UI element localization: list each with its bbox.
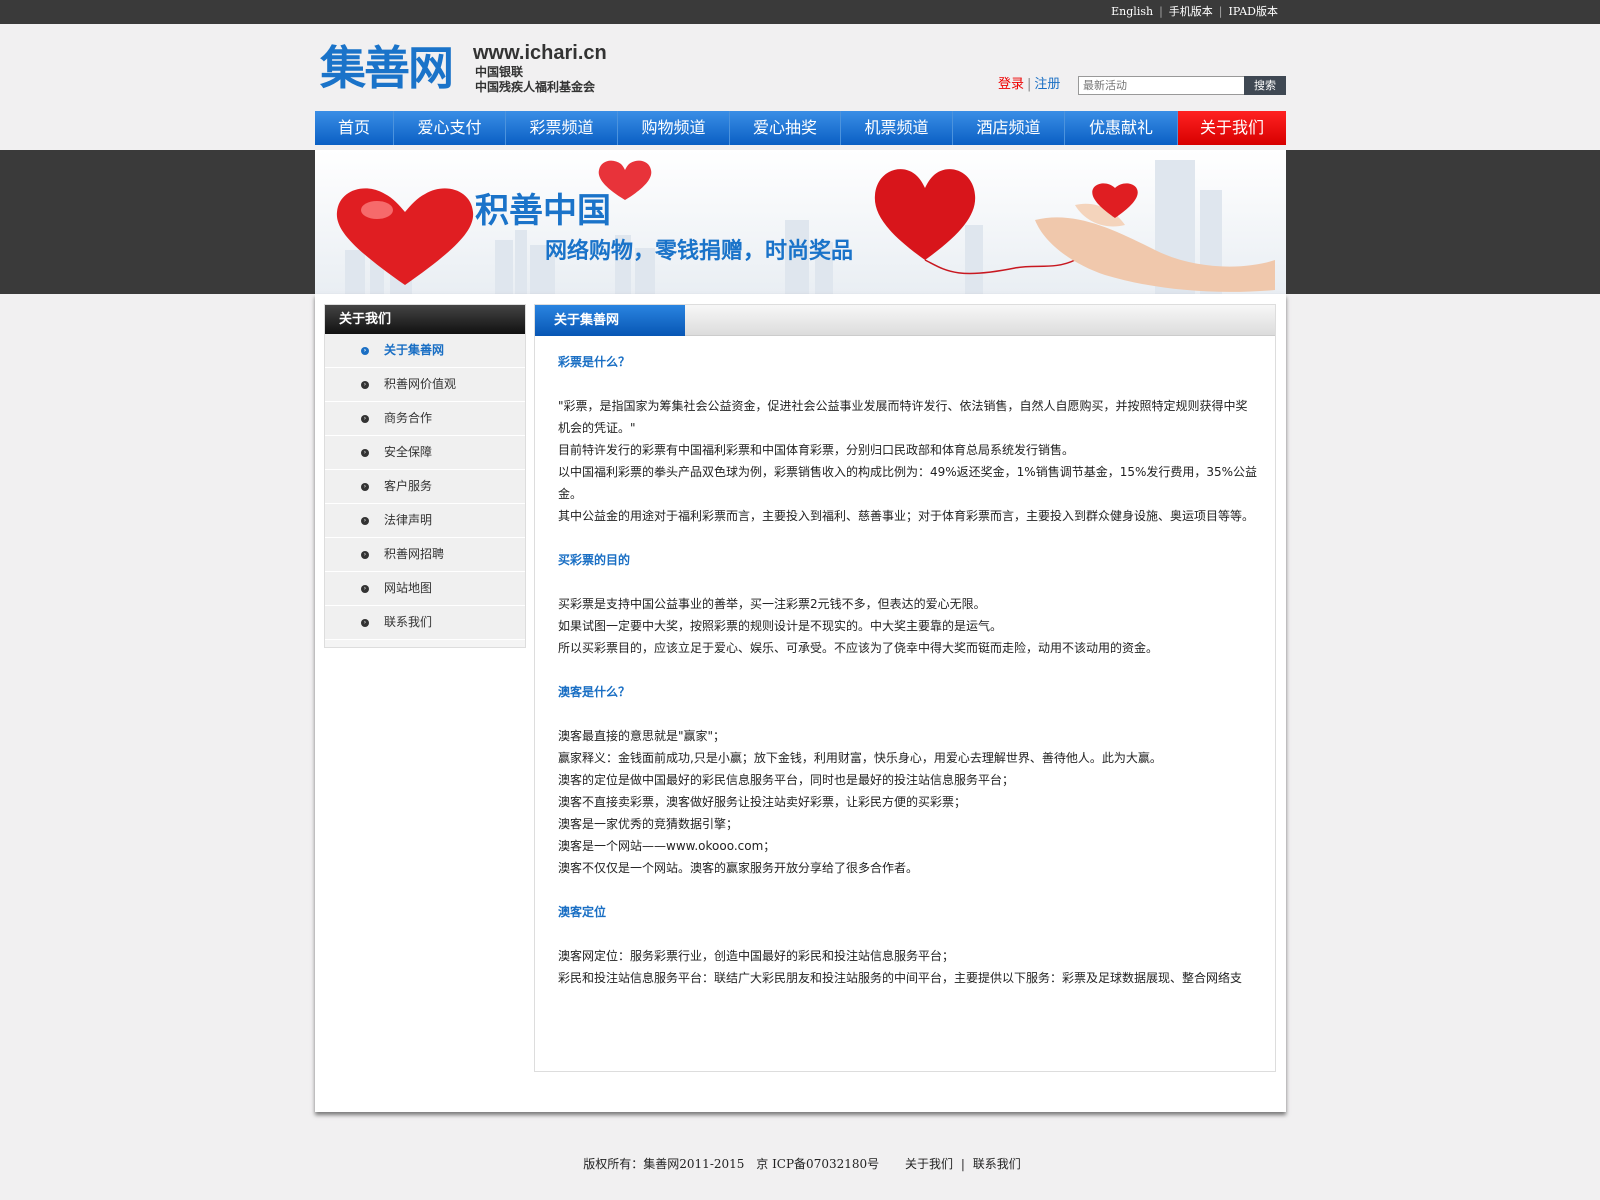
logo-url: www.ichari.cn (473, 42, 607, 64)
paragraph: 以中国福利彩票的拳头产品双色球为例，彩票销售收入的构成比例为：49%返还奖金，1… (558, 465, 1258, 501)
search-button[interactable]: 搜索 (1244, 76, 1286, 95)
main-nav: 首页 爱心支付 彩票频道 购物频道 爱心抽奖 机票频道 酒店频道 优惠献礼 关于… (315, 111, 1286, 145)
article: 彩票是什么？ "彩票，是指国家为筹集社会公益资金，促进社会公益事业发展而特许发行… (558, 351, 1258, 989)
sidebar-item-jobs[interactable]: › 积善网招聘 (325, 538, 525, 572)
chevron-right-icon: › (361, 483, 369, 491)
footer-copyright: 版权所有：集善网2011-2015 (583, 1157, 745, 1171)
footer: 版权所有：集善网2011-2015 京 ICP备07032180号 关于我们 |… (0, 1155, 1600, 1172)
paragraph: 澳客网定位：服务彩票行业，创造中国最好的彩民和投注站信息服务平台； (558, 949, 955, 963)
paragraph: 澳客不仅仅是一个网站。澳客的赢家服务开放分享给了很多合作者。 (558, 861, 919, 875)
sidebar-item-label: 积善网价值观 (384, 377, 457, 391)
sidebar-item-label: 关于集善网 (384, 343, 445, 357)
nav-love-draw[interactable]: 爱心抽奖 (730, 111, 841, 145)
sidebar-item-contact[interactable]: › 联系我们 (325, 606, 525, 640)
logo-sub1: 中国银联 (475, 65, 524, 79)
sidebar-list: › 关于集善网 › 积善网价值观 › 商务合作 › 安全保障 › 客户服务 › 法律声明 ›… (325, 334, 525, 640)
nav-flights[interactable]: 机票频道 (841, 111, 953, 145)
chevron-right-icon: › (361, 381, 369, 389)
sidebar-item-security[interactable]: › 安全保障 (325, 436, 525, 470)
footer-contact-link[interactable]: 联系我们 (973, 1157, 1021, 1171)
paragraph: 其中公益金的用途对于福利彩票而言，主要投入到福利、慈善事业；对于体育彩票而言，主… (558, 509, 1255, 523)
sidebar-item-label: 网站地图 (384, 581, 433, 595)
paragraph: 澳客的定位是做中国最好的彩民信息服务平台，同时也是最好的投注站信息服务平台； (558, 773, 1015, 787)
mobile-version-link[interactable]: 手机版本 (1163, 0, 1219, 24)
ipad-version-link[interactable]: IPAD版本 (1223, 0, 1285, 24)
nav-home[interactable]: 首页 (315, 111, 394, 145)
banner-art: 积善中国 网络购物，零钱捐赠，时尚奖品 (336, 160, 1275, 294)
logo-sub2: 中国残疾人福利基金会 (475, 80, 596, 94)
divider: | (1027, 77, 1032, 92)
paragraph: 澳客不直接卖彩票，澳客做好服务让投注站卖好彩票，让彩民方便的买彩票； (558, 795, 967, 809)
content-title: 关于集善网 (535, 305, 685, 336)
sidebar-item-business[interactable]: › 商务合作 (325, 402, 525, 436)
nav-offers[interactable]: 优惠献礼 (1065, 111, 1178, 145)
paragraph: 彩民和投注站信息服务平台：联结广大彩民朋友和投注站服务的中间平台，主要提供以下服… (558, 971, 1243, 985)
footer-icp: 京 ICP备07032180号 (756, 1157, 880, 1171)
chevron-right-icon: › (361, 585, 369, 593)
paragraph: 买彩票是支持中国公益事业的善举，买一注彩票2元钱不多，但表达的爱心无限。 (558, 597, 986, 611)
sidebar-item-label: 联系我们 (384, 615, 433, 629)
sidebar-item-about[interactable]: › 关于集善网 (325, 334, 525, 368)
search-box: 搜索 (1078, 76, 1286, 95)
section-heading: 澳客定位 (558, 905, 607, 919)
banner-slogan: 网络购物，零钱捐赠，时尚奖品 (545, 238, 853, 264)
hero-banner: 积善中国 网络购物，零钱捐赠，时尚奖品 (315, 150, 1286, 294)
english-link[interactable]: English (1105, 0, 1159, 24)
nav-hotels[interactable]: 酒店频道 (953, 111, 1065, 145)
top-bar: English | 手机版本 | IPAD版本 (0, 0, 1600, 24)
login-link[interactable]: 登录 (998, 77, 1024, 92)
nav-about-us[interactable]: 关于我们 (1178, 111, 1286, 145)
about-sidebar: 关于我们 › 关于集善网 › 积善网价值观 › 商务合作 › 安全保障 › 客户服务 › 法… (324, 304, 526, 648)
paragraph: 澳客最直接的意思就是"赢家"； (558, 729, 726, 743)
sidebar-item-values[interactable]: › 积善网价值观 (325, 368, 525, 402)
divider: | (960, 1157, 965, 1171)
register-link[interactable]: 注册 (1034, 77, 1060, 92)
footer-about-link[interactable]: 关于我们 (905, 1157, 953, 1171)
chevron-right-icon: › (361, 619, 369, 627)
banner-title: 积善中国 (475, 191, 611, 231)
auth-links: 登录 | 注册 (998, 75, 1060, 95)
paragraph: 目前特许发行的彩票有中国福利彩票和中国体育彩票，分别归口民政部和体育总局系统发行… (558, 443, 1075, 457)
chevron-right-icon: › (361, 347, 369, 355)
sidebar-item-label: 安全保障 (384, 445, 433, 459)
sidebar-item-label: 客户服务 (384, 479, 433, 493)
paragraph: 所以买彩票目的，应该立足于爱心、娱乐、可承受。不应该为了侥幸中得大奖而铤而走险，… (558, 641, 1159, 655)
chevron-right-icon: › (361, 517, 369, 525)
chevron-right-icon: › (361, 415, 369, 423)
sidebar-item-sitemap[interactable]: › 网站地图 (325, 572, 525, 606)
sidebar-item-legal[interactable]: › 法律声明 (325, 504, 525, 538)
search-input[interactable] (1078, 76, 1245, 95)
site-logo[interactable]: 集善网 www.ichari.cn 中国银联 中国残疾人福利基金会 (320, 40, 620, 100)
paragraph: 如果试图一定要中大奖，按照彩票的规则设计是不现实的。中大奖主要靠的是运气。 (558, 619, 1003, 633)
content-panel: 关于集善网 彩票是什么？ "彩票，是指国家为筹集社会公益资金，促进社会公益事业发… (534, 304, 1276, 1072)
sidebar-title: 关于我们 (325, 305, 525, 334)
paragraph: "彩票，是指国家为筹集社会公益资金，促进社会公益事业发展而特许发行、依法销售，自… (558, 399, 1248, 435)
nav-lottery[interactable]: 彩票频道 (506, 111, 618, 145)
sidebar-item-label: 法律声明 (384, 513, 433, 527)
top-links: English | 手机版本 | IPAD版本 (1105, 0, 1284, 24)
paragraph: 赢家释义：金钱面前成功,只是小赢；放下金钱，利用财富，快乐身心，用爱心去理解世界… (558, 751, 1162, 765)
section-heading: 买彩票的目的 (558, 553, 631, 567)
logo-name: 集善网 (320, 41, 454, 95)
paragraph: 澳客是一个网站——www.okooo.com； (558, 839, 776, 853)
paragraph: 澳客是一家优秀的竞猜数据引擎； (558, 817, 739, 831)
nav-shopping[interactable]: 购物频道 (618, 111, 730, 145)
sidebar-item-label: 积善网招聘 (384, 547, 445, 561)
sidebar-item-service[interactable]: › 客户服务 (325, 470, 525, 504)
section-heading: 澳客是什么？ (558, 685, 631, 699)
nav-love-pay[interactable]: 爱心支付 (394, 111, 506, 145)
sidebar-item-label: 商务合作 (384, 411, 433, 425)
chevron-right-icon: › (361, 551, 369, 559)
section-heading: 彩票是什么？ (558, 355, 631, 369)
chevron-right-icon: › (361, 449, 369, 457)
